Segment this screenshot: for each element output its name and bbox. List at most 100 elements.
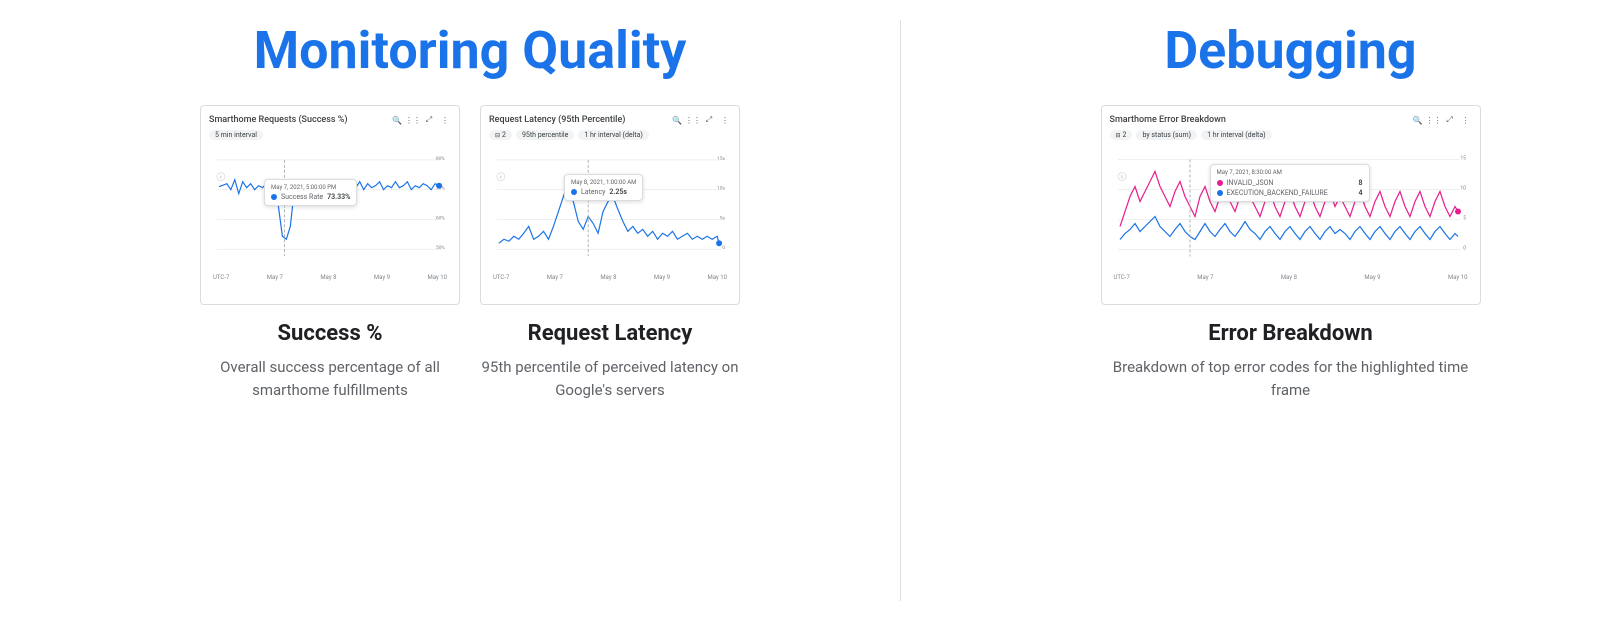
- error-tooltip: May 7, 2021, 8:30:00 AM INVALID_JSON 8 E…: [1210, 164, 1370, 202]
- success-tooltip: May 7, 2021, 5:00:00 PM Success Rate 73.…: [264, 179, 357, 206]
- svg-text:i: i: [1121, 175, 1122, 181]
- filter-row-latency: ⊟ 2 95th percentile 1 hr interval (delta…: [489, 130, 731, 140]
- x-label-may9: May 9: [374, 274, 390, 281]
- tooltip-date-success: May 7, 2021, 5:00:00 PM: [271, 184, 350, 191]
- tooltip-value-exec: 4: [1351, 189, 1363, 197]
- latency-chart-area: 15s 10s 5s 0: [489, 144, 731, 274]
- tooltip-metric-latency: Latency: [581, 188, 605, 196]
- tooltip-date-latency: May 8, 2021, 1:00:00 AM: [571, 179, 636, 186]
- latency-info-title: Request Latency: [480, 321, 740, 346]
- svg-text:i: i: [500, 175, 501, 181]
- svg-text:0: 0: [1463, 246, 1466, 252]
- x-axis-latency: UTC-7 May 7 May 8 May 9 May 10: [489, 274, 731, 281]
- latency-tooltip: May 8, 2021, 1:00:00 AM Latency 2.25s: [564, 174, 643, 201]
- tooltip-row-exec-failure: EXECUTION_BACKEND_FAILURE 4: [1217, 189, 1363, 197]
- tooltip-metric-invalid: INVALID_JSON: [1227, 179, 1274, 187]
- success-info-item: Success % Overall success percentage of …: [200, 321, 460, 401]
- latency-chart-title: Request Latency (95th Percentile): [489, 115, 625, 125]
- more-icon-latency[interactable]: ⋮: [719, 114, 731, 126]
- legend-icon-latency[interactable]: ⋮⋮: [687, 114, 699, 126]
- search-icon-error[interactable]: 🔍: [1412, 114, 1424, 126]
- tooltip-value-success: 73.33%: [327, 193, 350, 201]
- filter-chip-error-delta[interactable]: 1 hr interval (delta): [1201, 130, 1272, 140]
- filter-chip-delta[interactable]: 1 hr interval (delta): [578, 130, 649, 140]
- error-info-title: Error Breakdown: [1101, 321, 1481, 346]
- search-icon-latency[interactable]: 🔍: [671, 114, 683, 126]
- x-label-may9-l: May 9: [654, 274, 670, 281]
- error-chart-area: 15 10 5 0: [1110, 144, 1472, 274]
- expand-icon-error[interactable]: ⤢: [1444, 114, 1456, 126]
- charts-row: Smarthome Requests (Success %) 🔍 ⋮⋮ ⤢ ⋮ …: [40, 105, 900, 305]
- filter-chip-interval[interactable]: 5 min interval: [209, 130, 263, 140]
- svg-text:15: 15: [1460, 156, 1466, 162]
- tooltip-row-latency: Latency 2.25s: [571, 188, 636, 196]
- error-info-item: Error Breakdown Breakdown of top error c…: [1101, 321, 1481, 401]
- svg-text:i: i: [220, 175, 221, 181]
- tooltip-row-success: Success Rate 73.33%: [271, 193, 350, 201]
- tooltip-dot-success: [271, 194, 277, 200]
- x-label-may8-e: May 8: [1281, 274, 1297, 281]
- filter-chip-label: 5 min interval: [215, 131, 257, 139]
- latency-info-desc: 95th percentile of perceived latency on …: [480, 356, 740, 401]
- legend-icon[interactable]: ⋮⋮: [407, 114, 419, 126]
- x-label-may7-e: May 7: [1197, 274, 1213, 281]
- x-label-utc: UTC-7: [213, 274, 229, 281]
- success-chart-svg: 80% 70% 60% 50%: [209, 144, 451, 274]
- expand-icon[interactable]: ⤢: [423, 114, 435, 126]
- monitoring-quality-title: Monitoring Quality: [254, 20, 687, 81]
- chart-header-error: Smarthome Error Breakdown 🔍 ⋮⋮ ⤢ ⋮: [1110, 114, 1472, 126]
- svg-text:5s: 5s: [720, 215, 726, 221]
- tooltip-row-invalid-json: INVALID_JSON 8: [1217, 179, 1363, 187]
- svg-text:50%: 50%: [436, 245, 446, 251]
- latency-chart-svg: 15s 10s 5s 0: [489, 144, 731, 274]
- x-label-may7: May 7: [267, 274, 283, 281]
- chart-icons-latency: 🔍 ⋮⋮ ⤢ ⋮: [671, 114, 731, 126]
- more-icon-error[interactable]: ⋮: [1460, 114, 1472, 126]
- chart-icons: 🔍 ⋮⋮ ⤢ ⋮: [391, 114, 451, 126]
- tooltip-metric-exec: EXECUTION_BACKEND_FAILURE: [1227, 189, 1328, 197]
- filter-row-error: ⊟ 2 by status (sum) 1 hr interval (delta…: [1110, 130, 1472, 140]
- success-chart-title: Smarthome Requests (Success %): [209, 115, 348, 125]
- filter-chip-error-2-label: 2: [1123, 131, 1127, 139]
- filter-chip-2-label: 2: [502, 131, 506, 139]
- filter-chip-delta-label: 1 hr interval (delta): [584, 131, 643, 139]
- svg-text:5: 5: [1463, 216, 1466, 222]
- svg-text:0: 0: [722, 245, 725, 251]
- x-label-may10-e: May 10: [1448, 274, 1468, 281]
- latency-chart-card: Request Latency (95th Percentile) 🔍 ⋮⋮ ⤢…: [480, 105, 740, 305]
- x-label-may9-e: May 9: [1364, 274, 1380, 281]
- debugging-section: Debugging Smarthome Error Breakdown 🔍 ⋮⋮…: [900, 20, 1600, 601]
- filter-chip-percentile[interactable]: 95th percentile: [516, 130, 574, 140]
- legend-icon-error[interactable]: ⋮⋮: [1428, 114, 1440, 126]
- filter-chip-status-label: by status (sum): [1142, 131, 1191, 139]
- svg-text:10: 10: [1460, 186, 1466, 192]
- monitoring-quality-section: Monitoring Quality Smarthome Requests (S…: [40, 20, 900, 601]
- filter-chip-percentile-label: 95th percentile: [522, 131, 568, 139]
- more-icon[interactable]: ⋮: [439, 114, 451, 126]
- filter-chip-2[interactable]: ⊟ 2: [489, 130, 512, 140]
- svg-text:80%: 80%: [436, 156, 446, 162]
- error-info-desc: Breakdown of top error codes for the hig…: [1101, 356, 1481, 401]
- svg-text:60%: 60%: [436, 215, 446, 221]
- x-label-may7-l: May 7: [547, 274, 563, 281]
- tooltip-dot-exec: [1217, 190, 1223, 196]
- latency-info-item: Request Latency 95th percentile of perce…: [480, 321, 740, 401]
- success-rate-chart-card: Smarthome Requests (Success %) 🔍 ⋮⋮ ⤢ ⋮ …: [200, 105, 460, 305]
- tooltip-metric-success: Success Rate: [281, 193, 323, 201]
- error-chart-title: Smarthome Error Breakdown: [1110, 115, 1226, 125]
- search-icon[interactable]: 🔍: [391, 114, 403, 126]
- chart-header-latency: Request Latency (95th Percentile) 🔍 ⋮⋮ ⤢…: [489, 114, 731, 126]
- filter-chip-error-2[interactable]: ⊟ 2: [1110, 130, 1133, 140]
- expand-icon-latency[interactable]: ⤢: [703, 114, 715, 126]
- chart-icons-error: 🔍 ⋮⋮ ⤢ ⋮: [1412, 114, 1472, 126]
- error-breakdown-chart-card: Smarthome Error Breakdown 🔍 ⋮⋮ ⤢ ⋮ ⊟ 2 b…: [1101, 105, 1481, 305]
- info-row-left: Success % Overall success percentage of …: [40, 321, 900, 401]
- x-label-may8-l: May 8: [600, 274, 616, 281]
- x-label-utc-l: UTC-7: [493, 274, 509, 281]
- success-chart-area: 80% 70% 60% 50%: [209, 144, 451, 274]
- tooltip-dot-latency: [571, 189, 577, 195]
- chart-header-success: Smarthome Requests (Success %) 🔍 ⋮⋮ ⤢ ⋮: [209, 114, 451, 126]
- filter-chip-status[interactable]: by status (sum): [1136, 130, 1197, 140]
- tooltip-dot-invalid: [1217, 180, 1223, 186]
- x-label-may8: May 8: [320, 274, 336, 281]
